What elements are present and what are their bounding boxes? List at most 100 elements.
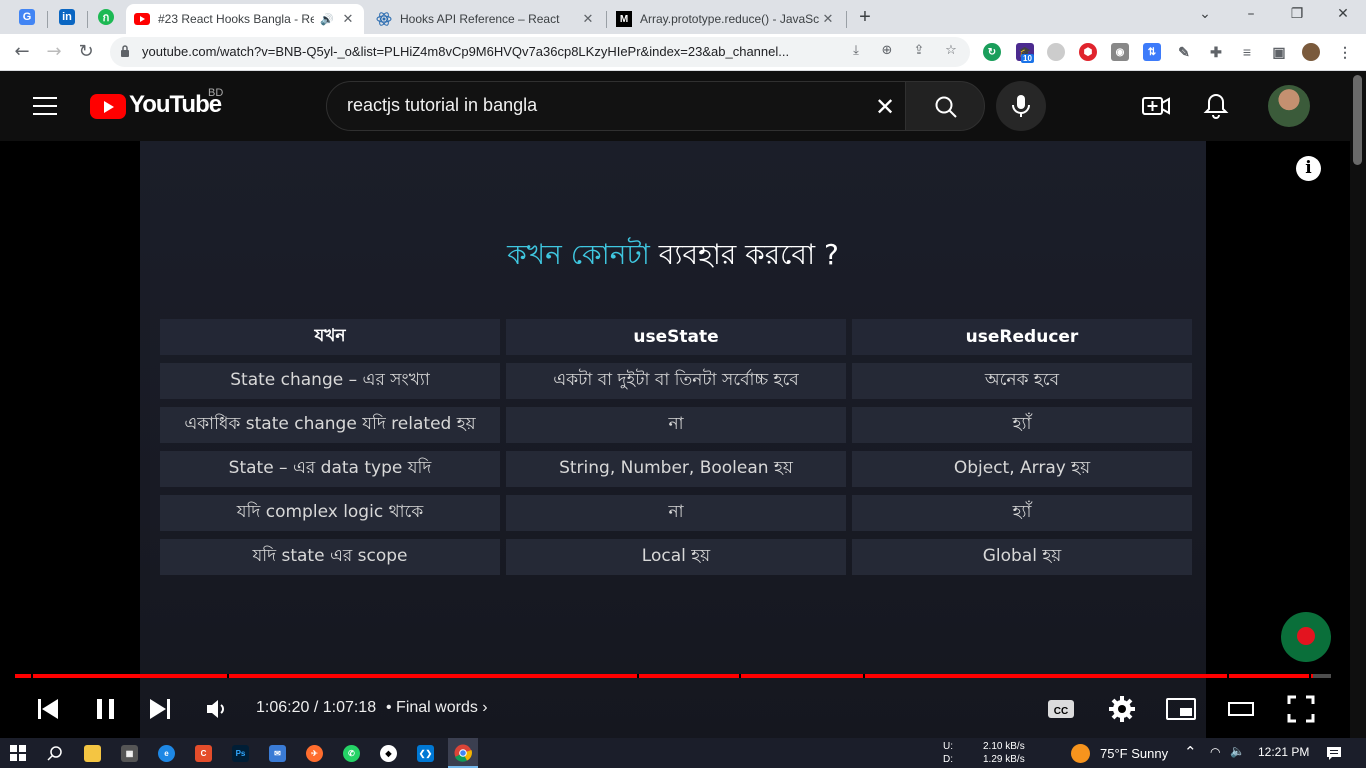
page-scrollbar[interactable] <box>1350 71 1366 738</box>
clear-search-icon[interactable]: ✕ <box>875 93 895 121</box>
url-text: youtube.com/watch?v=BNB-Q5yl-_o&list=PLH… <box>142 44 790 59</box>
pinned-tab-linkedin[interactable]: in <box>52 5 82 29</box>
vscode-icon[interactable]: ❮❯ <box>417 745 434 762</box>
edge-icon[interactable]: e <box>158 745 175 762</box>
notifications-icon[interactable] <box>1326 746 1342 761</box>
eyedropper-extension-icon[interactable]: ✎ <box>1175 43 1193 61</box>
github-desktop-icon[interactable]: ◆ <box>380 745 397 762</box>
chrome-menu-icon[interactable]: ⋮ <box>1336 43 1354 61</box>
video-slide: কখন কোনটা ব্যবহার করবো ? যখন useState us… <box>140 141 1206 738</box>
photoshop-icon[interactable]: Ps <box>232 745 249 762</box>
camera-shutter-extension-icon[interactable] <box>1047 43 1065 61</box>
chrome-taskbar-button[interactable] <box>448 738 478 768</box>
codepen-icon[interactable]: C <box>195 745 212 762</box>
table-cell: হ্যাঁ <box>852 495 1192 531</box>
settings-gear-icon[interactable] <box>1107 694 1137 724</box>
chapter-marker <box>863 674 865 678</box>
table-header: যখন <box>160 319 500 355</box>
speaker-icon[interactable]: 🔊 <box>320 13 334 26</box>
previous-video-icon[interactable] <box>36 694 60 724</box>
side-panel-icon[interactable]: ▣ <box>1270 43 1288 61</box>
next-video-icon[interactable] <box>148 694 172 724</box>
search-input[interactable]: reactjs tutorial in bangla <box>347 95 537 116</box>
address-bar[interactable]: youtube.com/watch?v=BNB-Q5yl-_o&list=PLH… <box>110 37 970 67</box>
file-explorer-icon[interactable] <box>84 745 101 762</box>
close-window-button[interactable]: ✕ <box>1332 6 1354 26</box>
chapter-marker <box>1227 674 1229 678</box>
reload-button[interactable]: ↻ <box>74 40 98 64</box>
tab-search-chevron-icon[interactable]: ⌄ <box>1194 6 1216 26</box>
theater-mode-icon[interactable] <box>1226 694 1256 724</box>
search-icon <box>935 96 957 118</box>
profile-avatar[interactable] <box>1302 43 1320 61</box>
chapter-marker <box>31 674 33 678</box>
reading-list-icon[interactable]: ≡ <box>1238 43 1256 61</box>
voice-search-button[interactable] <box>996 81 1046 131</box>
postman-icon[interactable]: ✈ <box>306 745 323 762</box>
share-icon[interactable]: ⇪ <box>910 43 928 61</box>
table-header: useReducer <box>852 319 1192 355</box>
video-player[interactable]: কখন কোনটা ব্যবহার করবো ? যখন useState us… <box>0 141 1350 738</box>
channel-watermark-flag-icon[interactable] <box>1281 612 1331 662</box>
weather-sun-icon[interactable] <box>1071 744 1090 763</box>
table-cell: State – এর data type যদি <box>160 451 500 487</box>
close-tab-icon[interactable]: ✕ <box>820 11 836 27</box>
grammar-extension-icon[interactable]: ↻ <box>983 43 1001 61</box>
hamburger-menu-icon[interactable] <box>33 97 57 115</box>
progress-bar[interactable] <box>15 674 1331 678</box>
extensions-puzzle-icon[interactable]: ✚ <box>1207 43 1225 61</box>
pinned-tab-extension[interactable]: ก <box>91 5 121 29</box>
pause-icon[interactable] <box>94 694 118 724</box>
create-video-icon[interactable] <box>1141 91 1171 121</box>
table-cell: একাধিক state change যদি related হয় <box>160 407 500 443</box>
calculator-icon[interactable]: ▦ <box>121 745 138 762</box>
chapter-marker <box>637 674 639 678</box>
tray-chevron-up-icon[interactable]: ⌃ <box>1184 743 1197 761</box>
scrollbar-thumb[interactable] <box>1353 75 1362 165</box>
tab-title: Hooks API Reference – React <box>400 12 560 26</box>
bookmark-star-icon[interactable]: ☆ <box>942 43 960 61</box>
table-cell: যদি complex logic থাকে <box>160 495 500 531</box>
search-button[interactable] <box>905 81 985 131</box>
chapter-title-button[interactable]: • Final words › <box>386 699 488 717</box>
info-card-icon[interactable]: i <box>1296 156 1321 181</box>
zoom-icon[interactable]: ⊕ <box>878 43 896 61</box>
search-icon[interactable] <box>47 745 63 761</box>
new-tab-button[interactable]: + <box>855 6 875 28</box>
mail-icon[interactable]: ✉ <box>269 745 286 762</box>
weather-text[interactable]: 75°F Sunny <box>1100 746 1168 761</box>
tab-youtube-video[interactable]: #23 React Hooks Bangla - Re 🔊 ✕ <box>126 4 364 34</box>
forward-button[interactable]: → <box>42 40 66 64</box>
install-app-icon[interactable]: ⤓ <box>847 43 865 61</box>
back-button[interactable]: ← <box>10 40 34 64</box>
volume-icon[interactable] <box>204 694 230 724</box>
account-avatar[interactable] <box>1268 85 1310 127</box>
restore-button[interactable]: ❐ <box>1286 6 1308 26</box>
whatsapp-icon[interactable]: ✆ <box>343 745 360 762</box>
notifications-bell-icon[interactable] <box>1201 91 1231 121</box>
table-cell: Local হয় <box>506 539 846 575</box>
pinned-tab-google-translate[interactable]: G <box>12 5 42 29</box>
screenshot-extension-icon[interactable]: ◉ <box>1111 43 1129 61</box>
close-tab-icon[interactable]: ✕ <box>580 11 596 27</box>
wifi-icon[interactable]: ◠ <box>1210 745 1220 759</box>
windows-start-icon[interactable] <box>10 745 26 761</box>
net-download-label: D: <box>943 754 953 765</box>
adblock-extension-icon[interactable]: ⬢ <box>1079 43 1097 61</box>
youtube-favicon-icon <box>134 11 150 27</box>
table-row: যদি state এর scope Local হয় Global হয় <box>160 539 1192 575</box>
miniplayer-icon[interactable] <box>1165 694 1197 724</box>
fullscreen-icon[interactable] <box>1286 694 1316 724</box>
close-tab-icon[interactable]: ✕ <box>340 11 356 27</box>
search-box[interactable]: reactjs tutorial in bangla ✕ <box>326 81 906 131</box>
subtitles-cc-icon[interactable]: CC <box>1046 694 1076 724</box>
tab-array-reduce[interactable]: M Array.prototype.reduce() - JavaSc ✕ <box>608 4 844 34</box>
minimize-button[interactable]: – <box>1240 6 1262 26</box>
tabs-extension-icon[interactable]: ⇅ <box>1143 43 1161 61</box>
tab-hooks-api[interactable]: Hooks API Reference – React ✕ <box>368 4 604 34</box>
table-cell: যদি state এর scope <box>160 539 500 575</box>
youtube-header: YouTube BD reactjs tutorial in bangla ✕ <box>0 71 1350 141</box>
clock[interactable]: 12:21 PM <box>1258 745 1309 759</box>
youtube-logo-icon[interactable] <box>90 94 126 119</box>
volume-tray-icon[interactable]: 🔈 <box>1230 744 1245 758</box>
